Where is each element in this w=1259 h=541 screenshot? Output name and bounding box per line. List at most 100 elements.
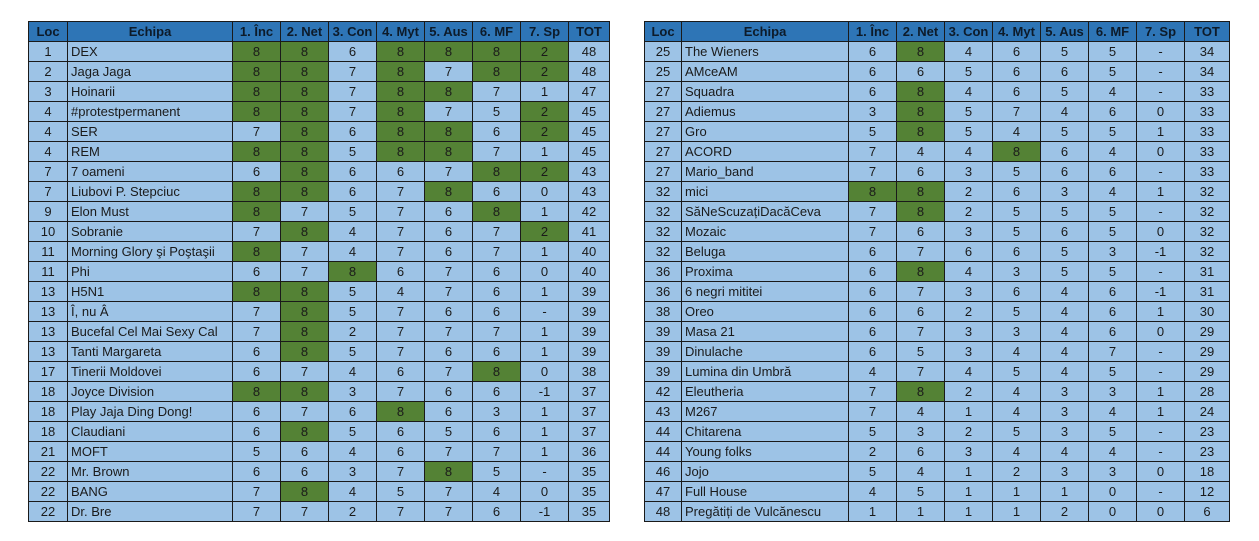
score-round-7-cell: 1 <box>1136 181 1185 202</box>
score-round-1-cell: 7 <box>848 401 897 422</box>
header-round-3: 3. Con <box>328 21 377 42</box>
header-round-2: 2. Net <box>280 21 329 42</box>
score-round-2-cell: 8 <box>280 141 329 162</box>
score-round-6-cell: 6 <box>472 501 521 522</box>
header-total: TOT <box>568 21 610 42</box>
total-cell: 45 <box>568 101 610 122</box>
total-cell: 33 <box>1184 81 1230 102</box>
score-round-6-cell: 4 <box>1088 81 1137 102</box>
total-cell: 33 <box>1184 161 1230 182</box>
team-name-cell: #protestpermanent <box>67 101 233 122</box>
score-round-4-cell: 8 <box>376 141 425 162</box>
score-round-7-cell: -1 <box>1136 241 1185 262</box>
rank-cell: 36 <box>644 281 682 302</box>
score-round-1-cell: 8 <box>232 81 281 102</box>
score-round-7-cell: 0 <box>1136 221 1185 242</box>
team-name-cell: mici <box>681 181 849 202</box>
score-round-4-cell: 7 <box>376 321 425 342</box>
score-round-3-cell: 5 <box>328 281 377 302</box>
score-round-5-cell: 6 <box>424 221 473 242</box>
rank-cell: 44 <box>644 421 682 442</box>
score-round-4-cell: 5 <box>992 161 1041 182</box>
team-name-cell: Gro <box>681 121 849 142</box>
rank-cell: 13 <box>28 281 68 302</box>
score-round-5-cell: 4 <box>1040 441 1089 462</box>
score-round-1-cell: 6 <box>848 301 897 322</box>
score-round-7-cell: 1 <box>520 281 569 302</box>
score-round-2-cell: 8 <box>280 121 329 142</box>
score-round-2-cell: 7 <box>280 361 329 382</box>
table-row: 27 Adiemus 3 8 5 7 4 6 0 33 <box>644 101 1230 122</box>
rank-cell: 27 <box>644 141 682 162</box>
score-round-2-cell: 6 <box>896 61 945 82</box>
score-round-5-cell: 5 <box>1040 201 1089 222</box>
score-round-4-cell: 7 <box>992 101 1041 122</box>
score-round-3-cell: 2 <box>328 501 377 522</box>
score-round-3-cell: 2 <box>944 201 993 222</box>
rank-cell: 4 <box>28 101 68 122</box>
score-round-5-cell: 4 <box>1040 301 1089 322</box>
total-cell: 6 <box>1184 501 1230 522</box>
score-round-1-cell: 8 <box>232 281 281 302</box>
score-round-4-cell: 1 <box>992 501 1041 522</box>
score-round-5-cell: 6 <box>424 301 473 322</box>
score-round-2-cell: 6 <box>896 221 945 242</box>
score-round-1-cell: 6 <box>232 421 281 442</box>
score-round-4-cell: 3 <box>992 321 1041 342</box>
score-round-6-cell: 0 <box>1088 481 1137 502</box>
score-round-6-cell: 6 <box>1088 301 1137 322</box>
header-team: Echipa <box>681 21 849 42</box>
score-round-4-cell: 8 <box>376 41 425 62</box>
score-round-6-cell: 7 <box>1088 341 1137 362</box>
score-round-5-cell: 8 <box>424 41 473 62</box>
score-round-3-cell: 7 <box>328 101 377 122</box>
team-name-cell: Mr. Brown <box>67 461 233 482</box>
score-round-6-cell: 6 <box>472 281 521 302</box>
score-round-6-cell: 7 <box>472 241 521 262</box>
score-round-4-cell: 6 <box>992 181 1041 202</box>
score-round-6-cell: 7 <box>472 141 521 162</box>
score-round-2-cell: 8 <box>280 481 329 502</box>
score-round-5-cell: 7 <box>424 281 473 302</box>
rank-cell: 13 <box>28 321 68 342</box>
total-cell: 32 <box>1184 181 1230 202</box>
team-name-cell: Joyce Division <box>67 381 233 402</box>
table-row: 25 AMceAM 6 6 5 6 6 5-34 <box>644 61 1230 82</box>
score-round-4-cell: 7 <box>376 221 425 242</box>
score-round-7-cell: - <box>1136 341 1185 362</box>
score-round-2-cell: 7 <box>280 241 329 262</box>
score-round-3-cell: 4 <box>944 361 993 382</box>
score-round-4-cell: 1 <box>992 481 1041 502</box>
table-row: 7 Liubovi P. Stepciuc 8 8 6 7 8 6 0 43 <box>28 181 610 202</box>
score-round-6-cell: 5 <box>1088 421 1137 442</box>
score-round-2-cell: 4 <box>896 401 945 422</box>
score-round-1-cell: 4 <box>848 481 897 502</box>
rank-cell: 18 <box>28 401 68 422</box>
total-cell: 35 <box>568 461 610 482</box>
score-round-3-cell: 4 <box>944 141 993 162</box>
score-round-7-cell: - <box>1136 201 1185 222</box>
score-round-1-cell: 6 <box>848 261 897 282</box>
rank-cell: 27 <box>644 161 682 182</box>
rank-cell: 4 <box>28 121 68 142</box>
header-round-4: 4. Myt <box>992 21 1041 42</box>
score-round-2-cell: 6 <box>280 441 329 462</box>
score-round-3-cell: 2 <box>944 181 993 202</box>
score-round-4-cell: 4 <box>992 381 1041 402</box>
rank-cell: 39 <box>644 321 682 342</box>
score-round-7-cell: - <box>1136 261 1185 282</box>
team-name-cell: M267 <box>681 401 849 422</box>
team-name-cell: Morning Glory şi Poştaşii <box>67 241 233 262</box>
rank-cell: 39 <box>644 341 682 362</box>
score-round-3-cell: 2 <box>944 301 993 322</box>
score-round-3-cell: 3 <box>944 161 993 182</box>
header-round-6: 6. MF <box>472 21 521 42</box>
header-total: TOT <box>1184 21 1230 42</box>
score-round-7-cell: - <box>1136 41 1185 62</box>
score-round-1-cell: 7 <box>848 161 897 182</box>
score-round-7-cell: - <box>520 301 569 322</box>
score-round-7-cell: 1 <box>520 141 569 162</box>
team-name-cell: Bucefal Cel Mai Sexy Cal <box>67 321 233 342</box>
table-row: 1 DEX 8 8 6 8 8 8 2 48 <box>28 41 610 62</box>
score-round-3-cell: 3 <box>944 281 993 302</box>
